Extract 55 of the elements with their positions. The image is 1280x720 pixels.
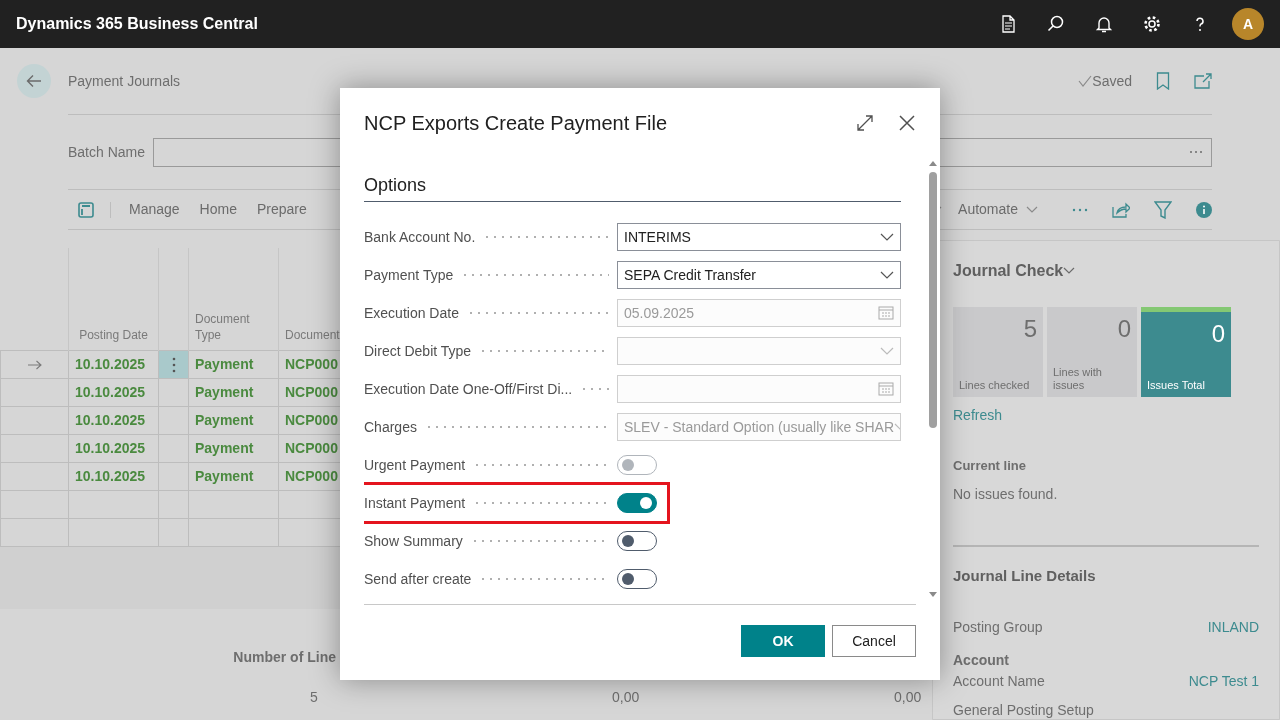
field-label: Instant Payment xyxy=(364,493,466,513)
table-cell: 10.10.2025 xyxy=(68,406,159,434)
field-label: Bank Account No. xyxy=(364,227,476,247)
save-status: Saved xyxy=(1092,71,1132,91)
section-title: Current line xyxy=(953,457,1027,475)
table-cell: 10.10.2025 xyxy=(68,378,159,406)
dropdown-field[interactable]: SEPA Credit Transfer xyxy=(617,261,901,289)
field-label: Urgent Payment xyxy=(364,455,466,475)
field-label: Execution Date xyxy=(364,303,459,323)
cancel-button[interactable]: Cancel xyxy=(832,625,916,657)
table-cell: Payment xyxy=(188,434,279,462)
table-cell: Payment xyxy=(188,406,279,434)
section-title: Options xyxy=(364,172,901,202)
field-label: Payment Type xyxy=(364,265,454,285)
field-label: Account Name xyxy=(953,672,1045,691)
field-label: Send after create xyxy=(364,569,472,589)
table-cell: Payment xyxy=(188,462,279,490)
table-cell: Payment xyxy=(188,350,279,378)
table-cell: 10.10.2025 xyxy=(68,462,159,490)
field-label: General Posting Setup xyxy=(953,701,1095,719)
ok-button[interactable]: OK xyxy=(741,625,825,657)
section-title: Journal Line Details xyxy=(953,565,1097,586)
field-label: Direct Debit Type xyxy=(364,341,472,361)
status-text: No issues found. xyxy=(953,484,1059,504)
refresh-link[interactable]: Refresh xyxy=(953,405,1259,426)
field-value[interactable]: INLAND xyxy=(1207,617,1259,638)
total-label: Number of Line xyxy=(233,647,336,667)
menu-tab[interactable]: Home xyxy=(189,199,247,220)
menu-tab[interactable]: Prepare xyxy=(246,199,317,220)
dropdown-field[interactable]: INTERIMS xyxy=(617,223,901,251)
summary-tile[interactable]: 0 Lines with issues xyxy=(1047,307,1137,397)
field-label: Charges xyxy=(364,417,417,437)
field-label: Show Summary xyxy=(364,531,463,551)
summary-tile[interactable]: 0 Issues Total xyxy=(1141,307,1231,397)
field-label: Posting Group xyxy=(953,618,1043,637)
field-label: Batch Name xyxy=(68,142,146,162)
app-title: Dynamics 365 Business Central xyxy=(16,14,258,34)
column-header[interactable]: Document Type xyxy=(188,248,279,350)
total-value: 0,00 xyxy=(612,687,640,707)
column-header[interactable]: Posting Date xyxy=(68,248,159,350)
avatar[interactable]: A xyxy=(1232,8,1264,40)
field-label: Execution Date One-Off/First Di... xyxy=(364,379,573,399)
factbox-title[interactable]: Journal Check xyxy=(953,259,1064,283)
total-value: 0,00 xyxy=(894,687,922,707)
table-cell: 10.10.2025 xyxy=(68,434,159,462)
menu-tab[interactable]: Manage xyxy=(119,199,190,220)
table-cell: 10.10.2025 xyxy=(68,350,159,378)
group-label: Account xyxy=(953,651,1010,670)
field-value[interactable]: NCP Test 1 xyxy=(1188,671,1259,692)
dialog-title: NCP Exports Create Payment File xyxy=(364,111,669,136)
total-value: 5 xyxy=(310,687,318,707)
automate-menu[interactable]: Automate xyxy=(942,199,1048,220)
summary-tile[interactable]: 5 Lines checked xyxy=(953,307,1043,397)
table-cell: Payment xyxy=(188,378,279,406)
page-title: Payment Journals xyxy=(68,71,181,91)
